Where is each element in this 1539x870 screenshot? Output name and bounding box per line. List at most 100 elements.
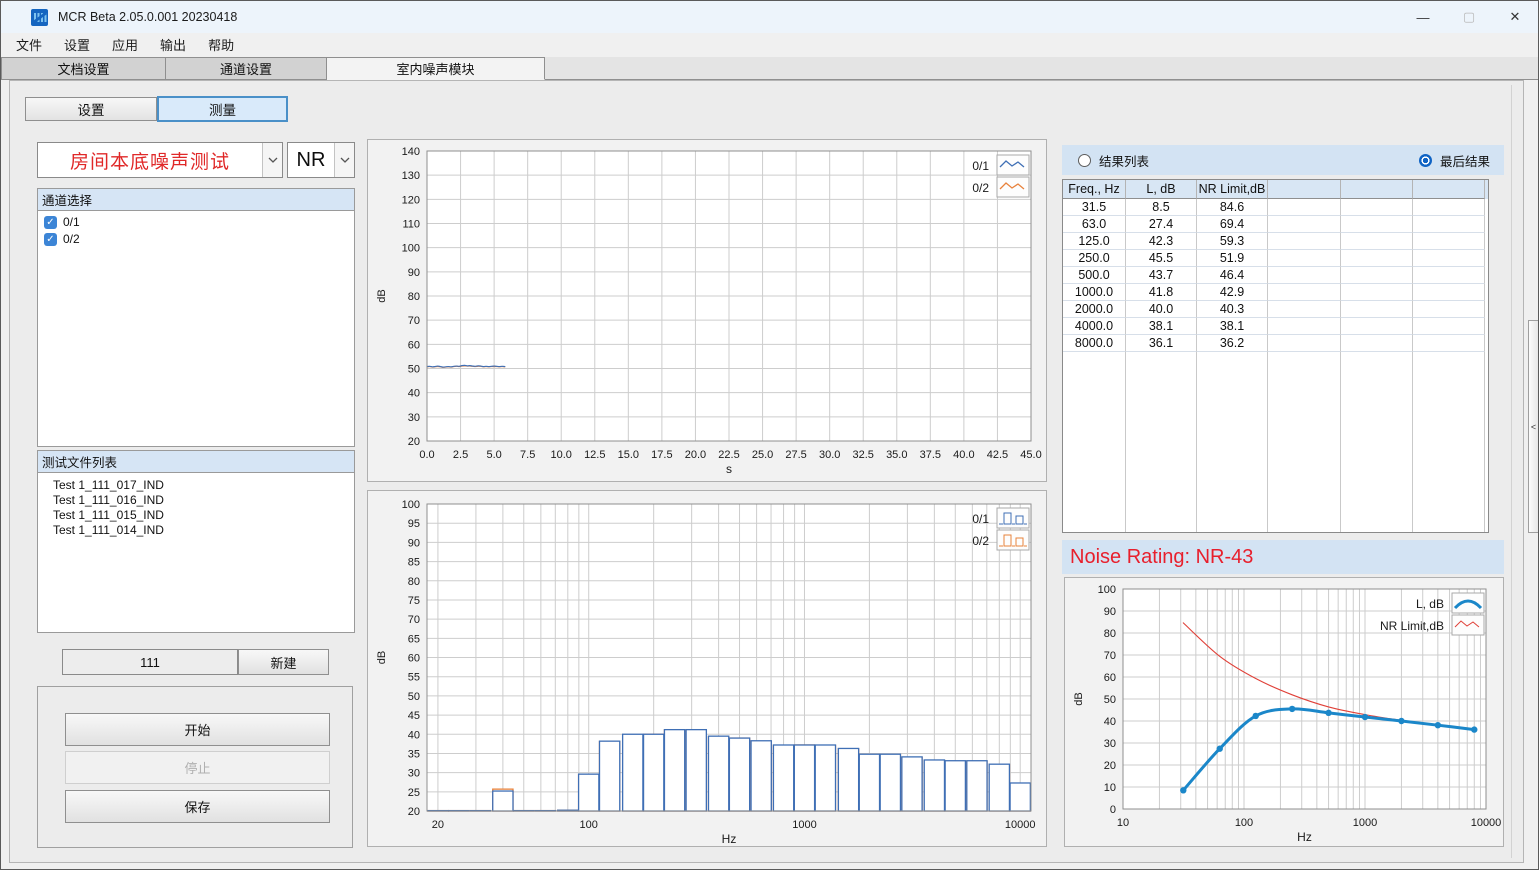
svg-text:55: 55 [408,672,420,684]
start-button[interactable]: 开始 [65,713,330,746]
menu-item-application[interactable]: 应用 [101,33,149,56]
table-cell: 63.0 [1063,216,1126,233]
app-icon [31,9,48,26]
tab-channel-settings[interactable]: 通道设置 [166,57,327,80]
maximize-button[interactable]: ▢ [1446,1,1492,33]
checkbox-checked-icon[interactable]: ✓ [44,233,57,246]
table-cell [1413,420,1485,437]
test-file-item[interactable]: Test 1_111_016_IND [44,493,354,508]
table-cell [1126,522,1197,533]
table-cell [1268,505,1341,522]
channel-item-0/2[interactable]: ✓0/2 [44,231,354,247]
table-cell [1126,437,1197,454]
rating-standard-combobox[interactable]: NR [287,142,355,178]
new-file-button[interactable]: 新建 [238,649,329,675]
table-cell [1126,386,1197,403]
collapse-panel-button[interactable]: < [1528,320,1539,533]
table-cell [1197,454,1268,471]
radio-checked-icon[interactable] [1419,154,1432,167]
table-cell [1413,250,1485,267]
table-cell [1268,454,1341,471]
test-file-item[interactable]: Test 1_111_015_IND [44,508,354,523]
menu-item-file[interactable]: 文件 [5,33,53,56]
svg-text:25: 25 [408,787,420,799]
table-cell [1341,199,1413,216]
radio-result-list[interactable]: 结果列表 [1078,151,1149,170]
table-cell [1063,488,1126,505]
table-cell: 41.8 [1126,284,1197,301]
chevron-down-icon[interactable] [334,143,354,177]
table-cell [1413,216,1485,233]
table-cell [1126,488,1197,505]
rating-standard-value: NR [288,143,334,177]
menu-item-settings[interactable]: 设置 [53,33,101,56]
svg-text:30.0: 30.0 [819,449,840,461]
table-cell [1341,233,1413,250]
third-octave-spectrum-chart: 2025303540455055606570758085909510020100… [367,490,1047,847]
table-cell [1126,369,1197,386]
svg-text:10.0: 10.0 [551,449,572,461]
svg-text:0/2: 0/2 [972,181,989,195]
radio-unchecked-icon[interactable] [1078,154,1091,167]
close-button[interactable]: ✕ [1492,1,1538,33]
table-cell [1341,352,1413,369]
table-row: 250.045.551.9 [1063,250,1488,267]
svg-text:100: 100 [402,243,420,255]
table-empty-row [1063,386,1488,403]
table-empty-row [1063,454,1488,471]
svg-text:10: 10 [1104,782,1116,794]
table-cell [1268,369,1341,386]
svg-text:Hz: Hz [722,832,737,846]
save-button[interactable]: 保存 [65,790,330,823]
svg-text:140: 140 [402,146,420,158]
chevron-down-icon[interactable] [262,143,282,177]
radio-last-result[interactable]: 最后结果 [1419,151,1490,170]
test-type-combobox[interactable]: 房间本底噪声测试 [37,142,283,178]
minimize-button[interactable]: — [1400,1,1446,33]
table-header-cell: L, dB [1126,180,1197,199]
svg-text:30: 30 [408,768,420,780]
svg-text:100: 100 [1098,584,1116,596]
svg-text:10000: 10000 [1471,817,1502,829]
table-empty-row [1063,437,1488,454]
table-cell [1413,386,1485,403]
file-name-input[interactable] [62,649,238,675]
svg-text:5.0: 5.0 [486,449,501,461]
table-cell [1413,471,1485,488]
result-mode-band: 结果列表 最后结果 [1062,145,1504,175]
svg-text:dB: dB [376,651,388,664]
channel-select-header: 通道选择 [38,189,354,211]
table-row: 500.043.746.4 [1063,267,1488,284]
tab-settings[interactable]: 设置 [25,97,157,121]
menu-item-help[interactable]: 帮助 [197,33,245,56]
table-cell [1413,369,1485,386]
table-cell: 2000.0 [1063,301,1126,318]
svg-text:130: 130 [402,170,420,182]
menu-item-output[interactable]: 输出 [149,33,197,56]
tab-measure[interactable]: 测量 [157,96,288,122]
test-file-box: 测试文件列表 Test 1_111_017_INDTest 1_111_016_… [37,450,355,633]
table-cell [1413,267,1485,284]
svg-text:60: 60 [408,653,420,665]
table-cell: 31.5 [1063,199,1126,216]
results-table: Freq., HzL, dBNR Limit,dB31.58.584.663.0… [1062,179,1489,533]
svg-text:25.0: 25.0 [752,449,773,461]
svg-text:0.0: 0.0 [419,449,434,461]
stop-button[interactable]: 停止 [65,751,330,784]
svg-text:7.5: 7.5 [520,449,535,461]
table-cell [1268,488,1341,505]
checkbox-checked-icon[interactable]: ✓ [44,216,57,229]
svg-text:10000: 10000 [1005,819,1036,831]
test-file-item[interactable]: Test 1_111_014_IND [44,523,354,538]
svg-text:40.0: 40.0 [953,449,974,461]
tab-room-noise-module[interactable]: 室内噪声模块 [327,57,545,80]
window-controls: — ▢ ✕ [1400,1,1538,33]
tab-document-settings[interactable]: 文档设置 [1,57,166,80]
test-file-list: Test 1_111_017_INDTest 1_111_016_INDTest… [38,473,354,538]
table-cell [1341,505,1413,522]
svg-text:0/1: 0/1 [972,159,989,173]
channel-item-0/1[interactable]: ✓ 0/1 [44,214,354,230]
test-file-item[interactable]: Test 1_111_017_IND [44,478,354,493]
channel-label: 0/1 [63,215,80,229]
svg-text:NR Limit,dB: NR Limit,dB [1380,619,1444,633]
